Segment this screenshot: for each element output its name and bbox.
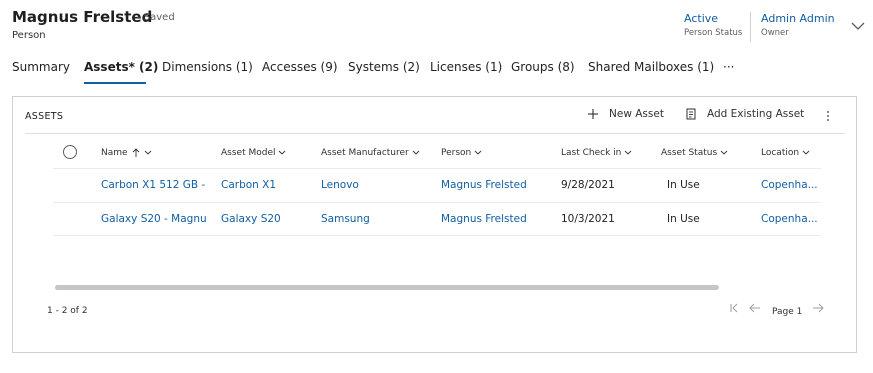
last-check-in-value: 9/28/2021 [561,179,615,191]
add-existing-asset-label: Add Existing Asset [707,108,805,120]
asset-name-link[interactable]: Carbon X1 512 GB - [101,179,209,191]
column-header-asset-model[interactable]: Asset Model [221,148,286,158]
tab-summary[interactable]: Summary [12,60,70,74]
asset-model-link[interactable]: Carbon X1 [221,179,313,191]
record-title: Magnus Frelsted [12,8,153,26]
person-link[interactable]: Magnus Frelsted [441,179,553,191]
new-asset-button[interactable]: New Asset [587,108,664,120]
chevron-down-icon [279,150,286,155]
asset-name-link[interactable]: Galaxy S20 - Magnu [101,213,209,225]
asset-manufacturer-link[interactable]: Lenovo [321,179,431,191]
save-status: - Saved [137,12,175,23]
asset-status-value: In Use [667,213,700,225]
owner-value[interactable]: Admin Admin [761,12,835,25]
location-link[interactable]: Copenha... [761,213,821,225]
person-link[interactable]: Magnus Frelsted [441,213,553,225]
column-header-label: Name [101,148,128,158]
asset-manufacturer-link[interactable]: Samsung [321,213,431,225]
chevron-down-icon [412,150,420,155]
new-asset-label: New Asset [609,108,664,120]
chevron-down-icon [474,150,482,155]
table-row[interactable]: Galaxy S20 - Magnu Galaxy S20 Samsung Ma… [53,202,821,236]
chevron-down-icon [144,150,151,155]
person-status-value[interactable]: Active [684,12,742,25]
asset-status-value: In Use [667,179,700,191]
column-header-label: Asset Status [661,148,718,158]
sort-ascending-icon [132,148,139,157]
tab-shared-mailboxes[interactable]: Shared Mailboxes (1) [588,60,714,74]
person-status-label: Person Status [684,28,743,38]
table-row[interactable]: Carbon X1 512 GB - Carbon X1 Lenovo Magn… [53,168,821,202]
location-link[interactable]: Copenha... [761,179,821,191]
column-header-asset-manufacturer[interactable]: Asset Manufacturer [321,148,420,158]
first-page-icon[interactable] [729,302,739,314]
plus-icon [588,109,598,119]
next-page-icon[interactable] [812,302,824,314]
page-indicator: Page 1 [772,307,803,317]
tab-accesses[interactable]: Accesses (9) [262,60,338,74]
previous-page-icon[interactable] [749,302,761,314]
record-header: Magnus Frelsted - Saved Person Active Pe… [12,8,872,48]
select-all-radio[interactable] [63,145,77,159]
assets-subgrid: ASSETS New Asset Add Existing Asset Name [12,96,857,353]
person-status-field[interactable]: Active Person Status [684,12,742,38]
entity-type-label: Person [12,30,46,41]
column-header-label: Asset Model [221,148,276,158]
chevron-down-icon [720,150,728,155]
column-header-label: Last Check in [561,148,622,158]
tab-licenses[interactable]: Licenses (1) [430,60,502,74]
subgrid-title: ASSETS [25,111,64,122]
chevron-down-icon[interactable] [850,19,866,33]
more-commands-icon[interactable] [823,109,833,123]
owner-field[interactable]: Admin Admin Owner [761,12,835,38]
add-existing-icon [686,108,696,120]
column-header-location[interactable]: Location [761,148,810,158]
chevron-down-icon [625,150,632,155]
column-header-person[interactable]: Person [441,148,482,158]
more-tabs-button[interactable]: ··· [723,60,734,74]
horizontal-scrollbar[interactable] [55,285,719,290]
asset-model-link[interactable]: Galaxy S20 [221,213,313,225]
column-header-asset-status[interactable]: Asset Status [661,148,728,158]
owner-label: Owner [761,28,789,38]
tab-systems[interactable]: Systems (2) [348,60,420,74]
active-tab-indicator [84,82,146,84]
tab-groups[interactable]: Groups (8) [511,60,575,74]
chevron-down-icon [802,150,810,155]
column-header-label: Person [441,148,472,158]
record-count: 1 - 2 of 2 [47,306,88,316]
header-divider [750,12,751,42]
tab-list: Summary Assets* (2) Dimensions (1) Acces… [12,60,872,86]
add-existing-asset-button[interactable]: Add Existing Asset [685,108,804,120]
last-check-in-value: 10/3/2021 [561,213,615,225]
tab-assets[interactable]: Assets* (2) [84,60,158,74]
column-header-name[interactable]: Name [101,148,152,158]
command-bar-divider [25,133,845,134]
column-header-last-check-in[interactable]: Last Check in [561,148,632,158]
column-header-label: Location [761,148,800,158]
tab-dimensions[interactable]: Dimensions (1) [162,60,253,74]
column-header-label: Asset Manufacturer [321,148,409,158]
